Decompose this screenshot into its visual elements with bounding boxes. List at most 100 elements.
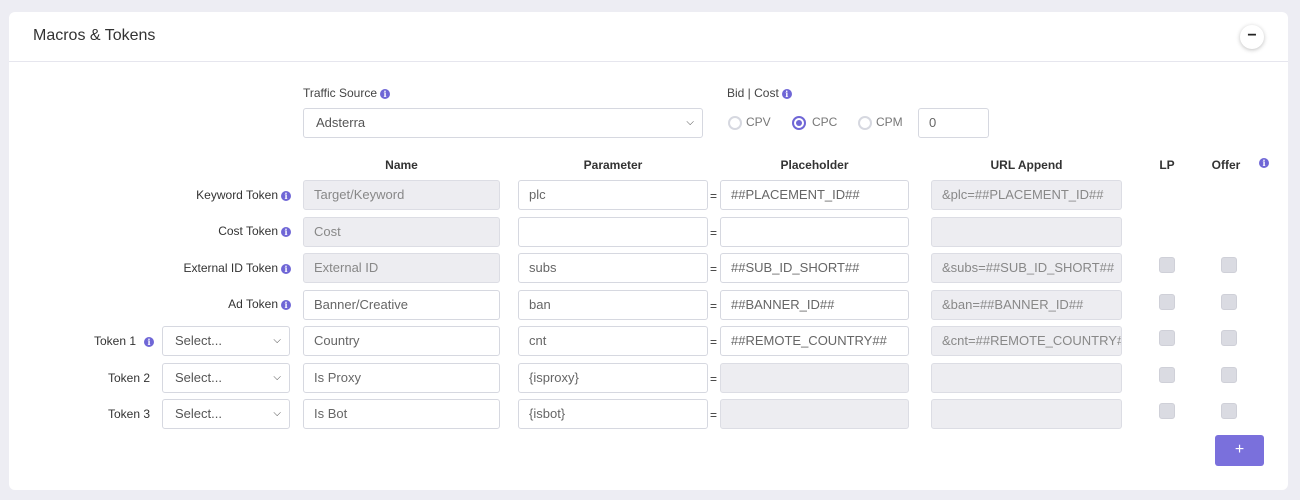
row-label-text: Keyword Token xyxy=(196,188,278,202)
parameter-input[interactable]: ban xyxy=(518,290,708,320)
bid-cost-label-text: Bid | Cost xyxy=(727,86,779,100)
column-header-url-append: URL Append xyxy=(990,158,1063,172)
placeholder-field xyxy=(720,399,909,429)
traffic-source-label-text: Traffic Source xyxy=(303,86,378,100)
column-header-offer: Offer xyxy=(1211,158,1241,172)
placeholder-field xyxy=(720,363,909,393)
equals-sign: = xyxy=(710,262,718,276)
url-append-field: &ban=##BANNER_ID## xyxy=(931,290,1122,320)
token-2-select[interactable]: Select... ⌵ xyxy=(162,363,290,393)
equals-sign: = xyxy=(710,226,718,240)
url-append-field xyxy=(931,399,1122,429)
equals-sign: = xyxy=(710,372,718,386)
parameter-input[interactable]: {isproxy} xyxy=(518,363,708,393)
traffic-source-select[interactable]: Adsterra ⌵ xyxy=(303,108,703,138)
chevron-down-icon: ⌵ xyxy=(273,408,281,419)
info-icon[interactable]: i xyxy=(380,89,391,99)
radio-cpm-label: CPM xyxy=(876,115,903,129)
row-label-text: Cost Token xyxy=(218,224,278,238)
card-header: Macros & Tokens − xyxy=(9,12,1288,62)
offer-checkbox[interactable] xyxy=(1221,403,1237,419)
parameter-input[interactable]: cnt xyxy=(518,326,708,356)
equals-sign: = xyxy=(710,299,718,313)
chevron-down-icon: ⌵ xyxy=(273,335,281,346)
lp-checkbox[interactable] xyxy=(1159,403,1175,419)
row-label-ad-token: Ad Token i xyxy=(159,297,291,311)
info-icon[interactable]: i xyxy=(144,337,154,347)
equals-sign: = xyxy=(710,335,718,349)
radio-cpm[interactable] xyxy=(858,116,872,130)
placeholder-input[interactable]: ##REMOTE_COUNTRY## xyxy=(720,326,909,356)
chevron-down-icon: ⌵ xyxy=(273,372,281,383)
traffic-source-label: Traffic Source i xyxy=(303,86,391,100)
column-header-lp: LP xyxy=(1159,158,1175,172)
row-label-keyword-token: Keyword Token i xyxy=(159,188,291,202)
name-field: External ID xyxy=(303,253,500,283)
parameter-input[interactable] xyxy=(518,217,708,247)
parameter-input[interactable]: subs xyxy=(518,253,708,283)
placeholder-input[interactable]: ##PLACEMENT_ID## xyxy=(720,180,909,210)
name-input[interactable]: Banner/Creative xyxy=(303,290,500,320)
select-value: Select... xyxy=(175,333,222,348)
token-3-select[interactable]: Select... ⌵ xyxy=(162,399,290,429)
row-label-text: Token 1 xyxy=(93,334,136,348)
info-icon[interactable]: i xyxy=(281,227,291,237)
token-1-select[interactable]: Select... ⌵ xyxy=(162,326,290,356)
offer-checkbox[interactable] xyxy=(1221,257,1237,273)
row-label-token-3: Token 3 xyxy=(29,407,150,421)
info-icon[interactable]: i xyxy=(781,89,792,99)
info-icon[interactable]: i xyxy=(281,300,291,310)
url-append-field: &cnt=##REMOTE_COUNTRY## xyxy=(931,326,1122,356)
info-icon[interactable]: i xyxy=(1259,158,1269,168)
placeholder-input[interactable] xyxy=(720,217,909,247)
bid-cost-label: Bid | Cost i xyxy=(727,86,792,100)
lp-checkbox[interactable] xyxy=(1159,294,1175,310)
card-title: Macros & Tokens xyxy=(33,27,156,44)
bid-cost-input[interactable]: 0 xyxy=(918,108,989,138)
chevron-down-icon: ⌵ xyxy=(686,117,694,128)
row-label-token-2: Token 2 xyxy=(29,371,150,385)
url-append-field: &subs=##SUB_ID_SHORT## xyxy=(931,253,1122,283)
row-label-text: Ad Token xyxy=(228,297,278,311)
url-append-field: &plc=##PLACEMENT_ID## xyxy=(931,180,1122,210)
info-icon[interactable]: i xyxy=(281,264,291,274)
row-label-text: Token 3 xyxy=(107,407,150,421)
collapse-button[interactable]: − xyxy=(1240,25,1264,49)
radio-cpv-label: CPV xyxy=(746,115,771,129)
lp-checkbox[interactable] xyxy=(1159,367,1175,383)
column-header-placeholder: Placeholder xyxy=(780,158,849,172)
column-header-parameter: Parameter xyxy=(583,158,643,172)
name-input[interactable]: Country xyxy=(303,326,500,356)
info-icon[interactable]: i xyxy=(281,191,291,201)
name-field: Cost xyxy=(303,217,500,247)
equals-sign: = xyxy=(710,189,718,203)
column-header-name: Name xyxy=(385,158,418,172)
name-field: Target/Keyword xyxy=(303,180,500,210)
row-label-cost-token: Cost Token i xyxy=(159,224,291,238)
parameter-input[interactable]: plc xyxy=(518,180,708,210)
radio-cpc[interactable] xyxy=(792,116,806,130)
row-label-external-id-token: External ID Token i xyxy=(159,261,291,275)
select-value: Select... xyxy=(175,370,222,385)
name-input[interactable]: Is Proxy xyxy=(303,363,500,393)
row-label-token-1: Token 1 i xyxy=(29,334,154,348)
row-label-text: External ID Token xyxy=(183,261,279,275)
offer-checkbox[interactable] xyxy=(1221,330,1237,346)
offer-checkbox[interactable] xyxy=(1221,294,1237,310)
traffic-source-value: Adsterra xyxy=(316,115,366,130)
placeholder-input[interactable]: ##BANNER_ID## xyxy=(720,290,909,320)
lp-checkbox[interactable] xyxy=(1159,330,1175,346)
url-append-field xyxy=(931,217,1122,247)
add-token-button[interactable]: + xyxy=(1215,435,1264,466)
placeholder-input[interactable]: ##SUB_ID_SHORT## xyxy=(720,253,909,283)
equals-sign: = xyxy=(710,408,718,422)
lp-checkbox[interactable] xyxy=(1159,257,1175,273)
parameter-input[interactable]: {isbot} xyxy=(518,399,708,429)
offer-checkbox[interactable] xyxy=(1221,367,1237,383)
name-input[interactable]: Is Bot xyxy=(303,399,500,429)
radio-cpv[interactable] xyxy=(728,116,742,130)
row-label-text: Token 2 xyxy=(107,371,150,385)
url-append-field xyxy=(931,363,1122,393)
macros-tokens-card: Macros & Tokens − Traffic Source i Adster… xyxy=(9,12,1288,490)
select-value: Select... xyxy=(175,406,222,421)
